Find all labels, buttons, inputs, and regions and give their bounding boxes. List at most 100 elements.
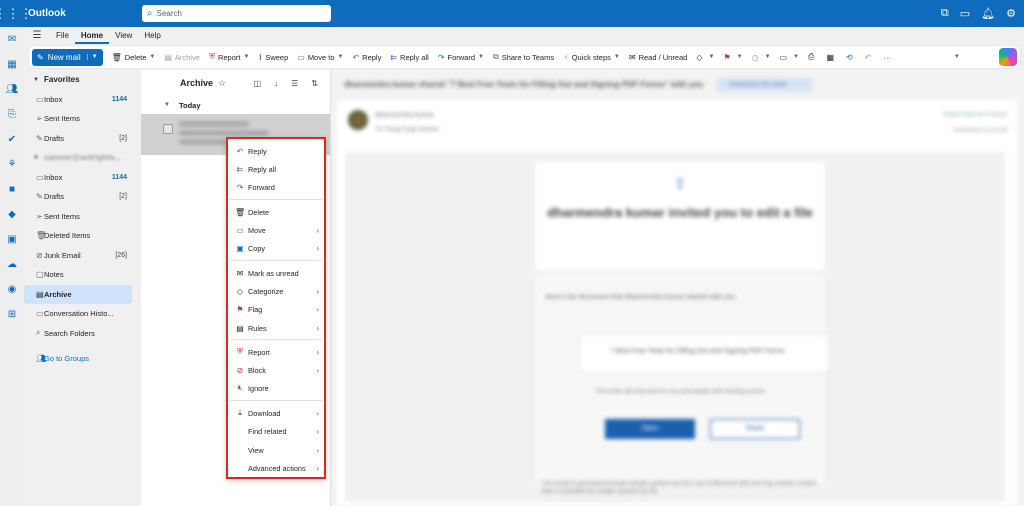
search-input[interactable]: ⌕ Search — [142, 5, 331, 22]
select-icon[interactable]: ◫ — [254, 79, 262, 88]
new-mail-button[interactable]: ✎ New mail ▼ — [32, 48, 103, 66]
reply-all-button[interactable]: ⇇ Reply all — [390, 53, 428, 62]
bell-icon[interactable]: 🔔︎ — [981, 7, 995, 20]
translate-button[interactable]: ⟲ — [846, 53, 856, 62]
folder-conversation-history[interactable]: ▭ Conversation Histo... — [24, 304, 141, 324]
menu-item-ignore[interactable]: 🔇︎ Ignore — [228, 380, 324, 396]
reply-button[interactable]: ↶ Reply — [352, 53, 381, 62]
folder-deleted-items[interactable]: 🗑︎ Deleted Items — [24, 226, 141, 246]
word-icon[interactable]: ■ — [0, 177, 24, 202]
delete-button[interactable]: 🗑︎ Delete ▼ — [112, 53, 156, 62]
menu-item-find-related[interactable]: Find related › — [228, 423, 324, 439]
avatar — [348, 110, 368, 130]
feedback-icon[interactable]: ▭ — [960, 7, 970, 20]
m365-icon[interactable]: ◆ — [0, 202, 24, 227]
tab-file[interactable]: File — [50, 27, 75, 44]
inbox-icon: ▭ — [36, 94, 44, 104]
print-button[interactable]: ⎙ — [808, 52, 817, 62]
onedrive-icon[interactable]: ☁ — [0, 252, 24, 277]
categorize-button[interactable]: ◇ ▼ — [696, 53, 714, 62]
mail-icon[interactable]: ✉ — [0, 27, 24, 52]
favorite-sent-items[interactable]: ➢ Sent Items — [24, 109, 141, 129]
folder-search-folders[interactable]: ⌕ Search Folders — [24, 324, 141, 344]
menu-item-flag[interactable]: ⚑ Flag › — [228, 301, 324, 317]
menu-item-rules[interactable]: ▤ Rules › — [228, 320, 324, 336]
menu-item-advanced-actions[interactable]: Advanced actions › — [228, 460, 324, 476]
folder-archive[interactable]: ▤ Archive — [24, 284, 132, 304]
sweep-button[interactable]: ⌇ Sweep — [258, 53, 288, 62]
folder-junk-email[interactable]: ⊘ Junk Email [26] — [24, 246, 141, 266]
gear-icon[interactable]: ⚙ — [1006, 7, 1016, 20]
app-launcher-icon[interactable]: ⋮⋮⋮ — [0, 0, 33, 27]
go-to-groups-link[interactable]: 👥︎ Go to Groups — [24, 349, 141, 369]
undo-button[interactable]: ↶ — [865, 53, 875, 62]
attach-icon[interactable]: ⎘ — [0, 102, 24, 127]
todo-icon[interactable]: ✔ — [0, 127, 24, 152]
folder-notes[interactable]: ▢ Notes — [24, 265, 141, 285]
flag-button[interactable]: ⚑ ▼ — [723, 53, 742, 62]
calendar-icon[interactable]: ▦ — [0, 52, 24, 77]
move-to-button[interactable]: ▭ Move to ▼ — [297, 53, 343, 62]
favorite-drafts[interactable]: ✎ Drafts [2] — [24, 129, 141, 149]
tab-help[interactable]: Help — [138, 27, 166, 44]
report-button[interactable]: ⛨ Report ▼ — [209, 52, 249, 62]
share-to-teams-button[interactable]: ⧉ Share to Teams — [493, 52, 554, 62]
share-button[interactable]: Share — [710, 419, 800, 439]
open-button[interactable]: Open — [605, 419, 695, 439]
menu-item-block[interactable]: ⊘ Block › — [228, 362, 324, 378]
people-icon[interactable]: 👥︎ — [0, 77, 24, 102]
snooze-button[interactable]: ◷ ▼ — [752, 53, 771, 62]
summarize-button[interactable]: Summarize this email — [717, 78, 812, 92]
outlook-icon[interactable]: ▣ — [0, 227, 24, 252]
menu-item-mark-as-unread[interactable]: ✉ Mark as unread — [228, 265, 324, 281]
email-subject: dharmendra kumar shared "7 Best Free Too… — [344, 80, 704, 89]
immersive-reader-button[interactable]: ▦ — [826, 53, 837, 62]
ribbon-expand-button[interactable]: ▼ — [951, 54, 960, 60]
rules-button[interactable]: ▭ ▼ — [780, 53, 800, 62]
loop-icon[interactable]: ◉ — [0, 277, 24, 302]
menu-item-forward[interactable]: ↷ Forward — [228, 179, 324, 195]
account-header[interactable]: ▼ sameer@outrights... — [24, 148, 141, 168]
menu-item-categorize[interactable]: ◇ Categorize › — [228, 283, 324, 299]
folder-drafts[interactable]: ✎ Drafts [2] — [24, 187, 141, 207]
group-header-today[interactable]: ▼ Today — [141, 96, 330, 114]
filter-icon[interactable]: ☰ — [291, 79, 298, 88]
org-icon[interactable]: ⚘ — [0, 152, 24, 177]
jump-down-icon[interactable]: ↓ — [274, 79, 278, 88]
quick-steps-button[interactable]: ⚡︎ Quick steps ▼ — [563, 53, 620, 62]
star-icon[interactable]: ☆ — [218, 78, 226, 89]
chevron-right-icon: › — [316, 426, 319, 436]
tab-view[interactable]: View — [109, 27, 138, 44]
read-unread-button[interactable]: ✉ Read / Unread — [629, 53, 687, 62]
more-apps-icon[interactable]: ⊞ — [0, 302, 24, 327]
email-actions[interactable]: Reply Reply all Forward — [943, 112, 1007, 118]
folder-inbox[interactable]: ▭ Inbox 1144 — [24, 168, 141, 188]
document-link[interactable]: 7 Best Free Tools for Filling Out and Si… — [580, 334, 828, 372]
message-checkbox[interactable] — [163, 124, 173, 134]
forward-button[interactable]: ↷ Forward ▼ — [438, 53, 484, 62]
folder-sent-items[interactable]: ➢ Sent Items — [24, 207, 141, 227]
menu-item-view[interactable]: View › — [228, 442, 324, 458]
menu-icon[interactable]: ☰ — [24, 30, 50, 41]
chevron-down-icon[interactable]: ▼ — [86, 54, 98, 60]
teams-icon[interactable]: ⧉ — [941, 7, 949, 20]
menu-item-reply[interactable]: ↶ Reply — [228, 143, 324, 159]
menu-item-download[interactable]: ⤓ Download › — [228, 405, 324, 421]
email-footer: This email is generated through outright… — [542, 481, 816, 495]
menu-item-delete[interactable]: 🗑︎ Delete — [228, 204, 324, 220]
folder-pane: ▼ Favorites ▭ Inbox 1144 ➢ Sent Items ✎ Draft… — [24, 70, 141, 506]
menu-item-reply-all[interactable]: ⇇ Reply all — [228, 161, 324, 177]
menu-item-copy[interactable]: ▣ Copy › — [228, 240, 324, 256]
favorites-header[interactable]: ▼ Favorites — [24, 70, 141, 90]
menu-item-move[interactable]: ▭ Move › — [228, 222, 324, 238]
copilot-icon[interactable] — [999, 48, 1017, 66]
chevron-right-icon: › — [316, 347, 319, 357]
archive-button[interactable]: ▤ Archive — [164, 53, 200, 62]
menu-item-report[interactable]: ⛨ Report › — [228, 344, 324, 360]
junk-count: [26] — [115, 251, 127, 259]
more-options-button[interactable]: ··· — [883, 53, 891, 62]
sort-icon[interactable]: ⇅ — [311, 79, 318, 88]
grid-icon: ▦ — [826, 52, 834, 62]
favorite-inbox[interactable]: ▭ Inbox 1144 — [24, 90, 141, 110]
tab-home[interactable]: Home — [74, 27, 110, 44]
